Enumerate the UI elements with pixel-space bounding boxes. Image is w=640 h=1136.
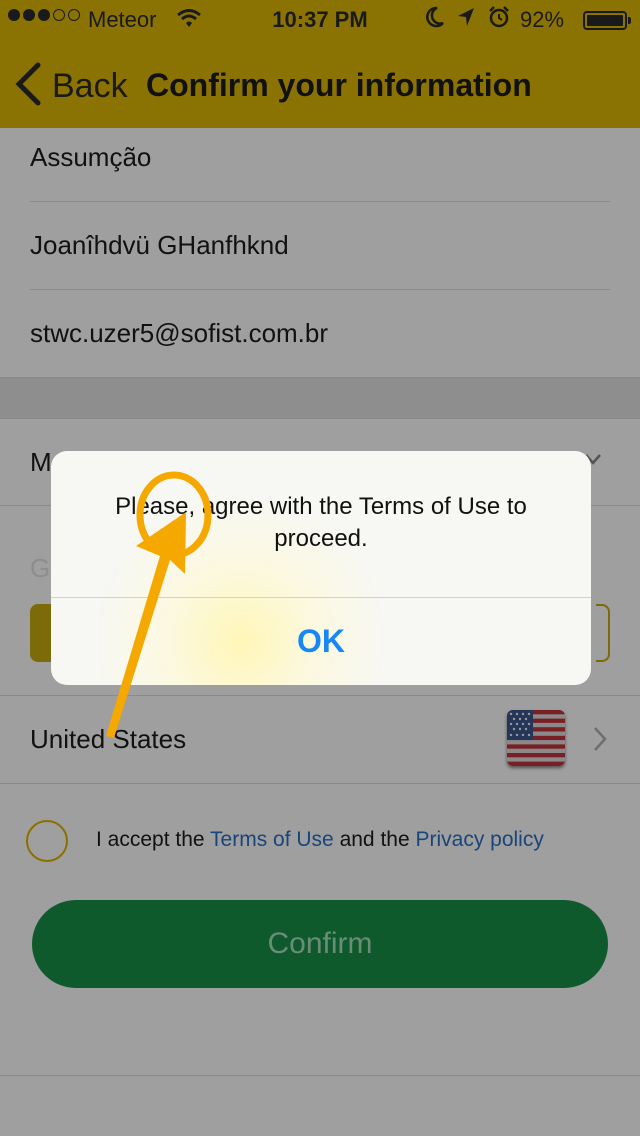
navigation-bar: Back Confirm your information	[0, 40, 640, 128]
divider	[0, 418, 640, 419]
alarm-clock-icon	[488, 6, 510, 34]
chevron-left-icon	[14, 62, 42, 111]
status-bar: Meteor 10:37 PM 92%	[0, 0, 640, 40]
location-arrow-icon	[456, 6, 476, 34]
hidden-field-initial[interactable]: M	[30, 447, 52, 478]
page-title: Confirm your information	[146, 67, 532, 103]
battery-icon	[583, 11, 631, 30]
alert-message: Please, agree with the Terms of Use to p…	[115, 493, 527, 552]
alert-ok-label: OK	[297, 623, 345, 659]
top-bar: Meteor 10:37 PM 92% Back Confirm your in…	[0, 0, 640, 128]
section-spacer	[0, 378, 640, 418]
hidden-toggle-right[interactable]	[596, 604, 610, 662]
confirm-button[interactable]: Confirm	[32, 900, 608, 988]
email-field[interactable]: stwc.uzer5@sofist.com.br	[30, 318, 610, 349]
back-label: Back	[52, 67, 128, 105]
last-name-field[interactable]: Assumção	[30, 142, 610, 173]
terms-of-use-link[interactable]: Terms of Use	[210, 828, 334, 851]
terms-middle: and the	[333, 828, 416, 851]
moon-icon	[426, 6, 444, 34]
divider	[30, 289, 610, 290]
first-name-field[interactable]: Joanîhdvü GHanfhknd	[30, 230, 610, 261]
divider	[30, 201, 610, 202]
battery-percent: 92%	[520, 7, 565, 32]
us-flag-icon	[507, 710, 565, 766]
terms-prefix: I accept the	[96, 828, 211, 851]
hidden-field-initial[interactable]: G	[30, 553, 50, 584]
alert-ok-button[interactable]: OK	[51, 598, 591, 685]
privacy-policy-link[interactable]: Privacy policy	[415, 828, 543, 851]
confirm-button-label: Confirm	[267, 927, 373, 960]
terms-text: I accept the Terms of Use and the Privac…	[96, 828, 616, 852]
divider	[0, 1075, 640, 1076]
back-button[interactable]: Back	[14, 62, 128, 111]
country-selector[interactable]: United States	[0, 696, 640, 784]
alert-dialog: Please, agree with the Terms of Use to p…	[51, 451, 591, 685]
chevron-right-icon	[592, 726, 608, 757]
divider	[0, 783, 640, 784]
accept-terms-radio[interactable]	[26, 820, 68, 862]
